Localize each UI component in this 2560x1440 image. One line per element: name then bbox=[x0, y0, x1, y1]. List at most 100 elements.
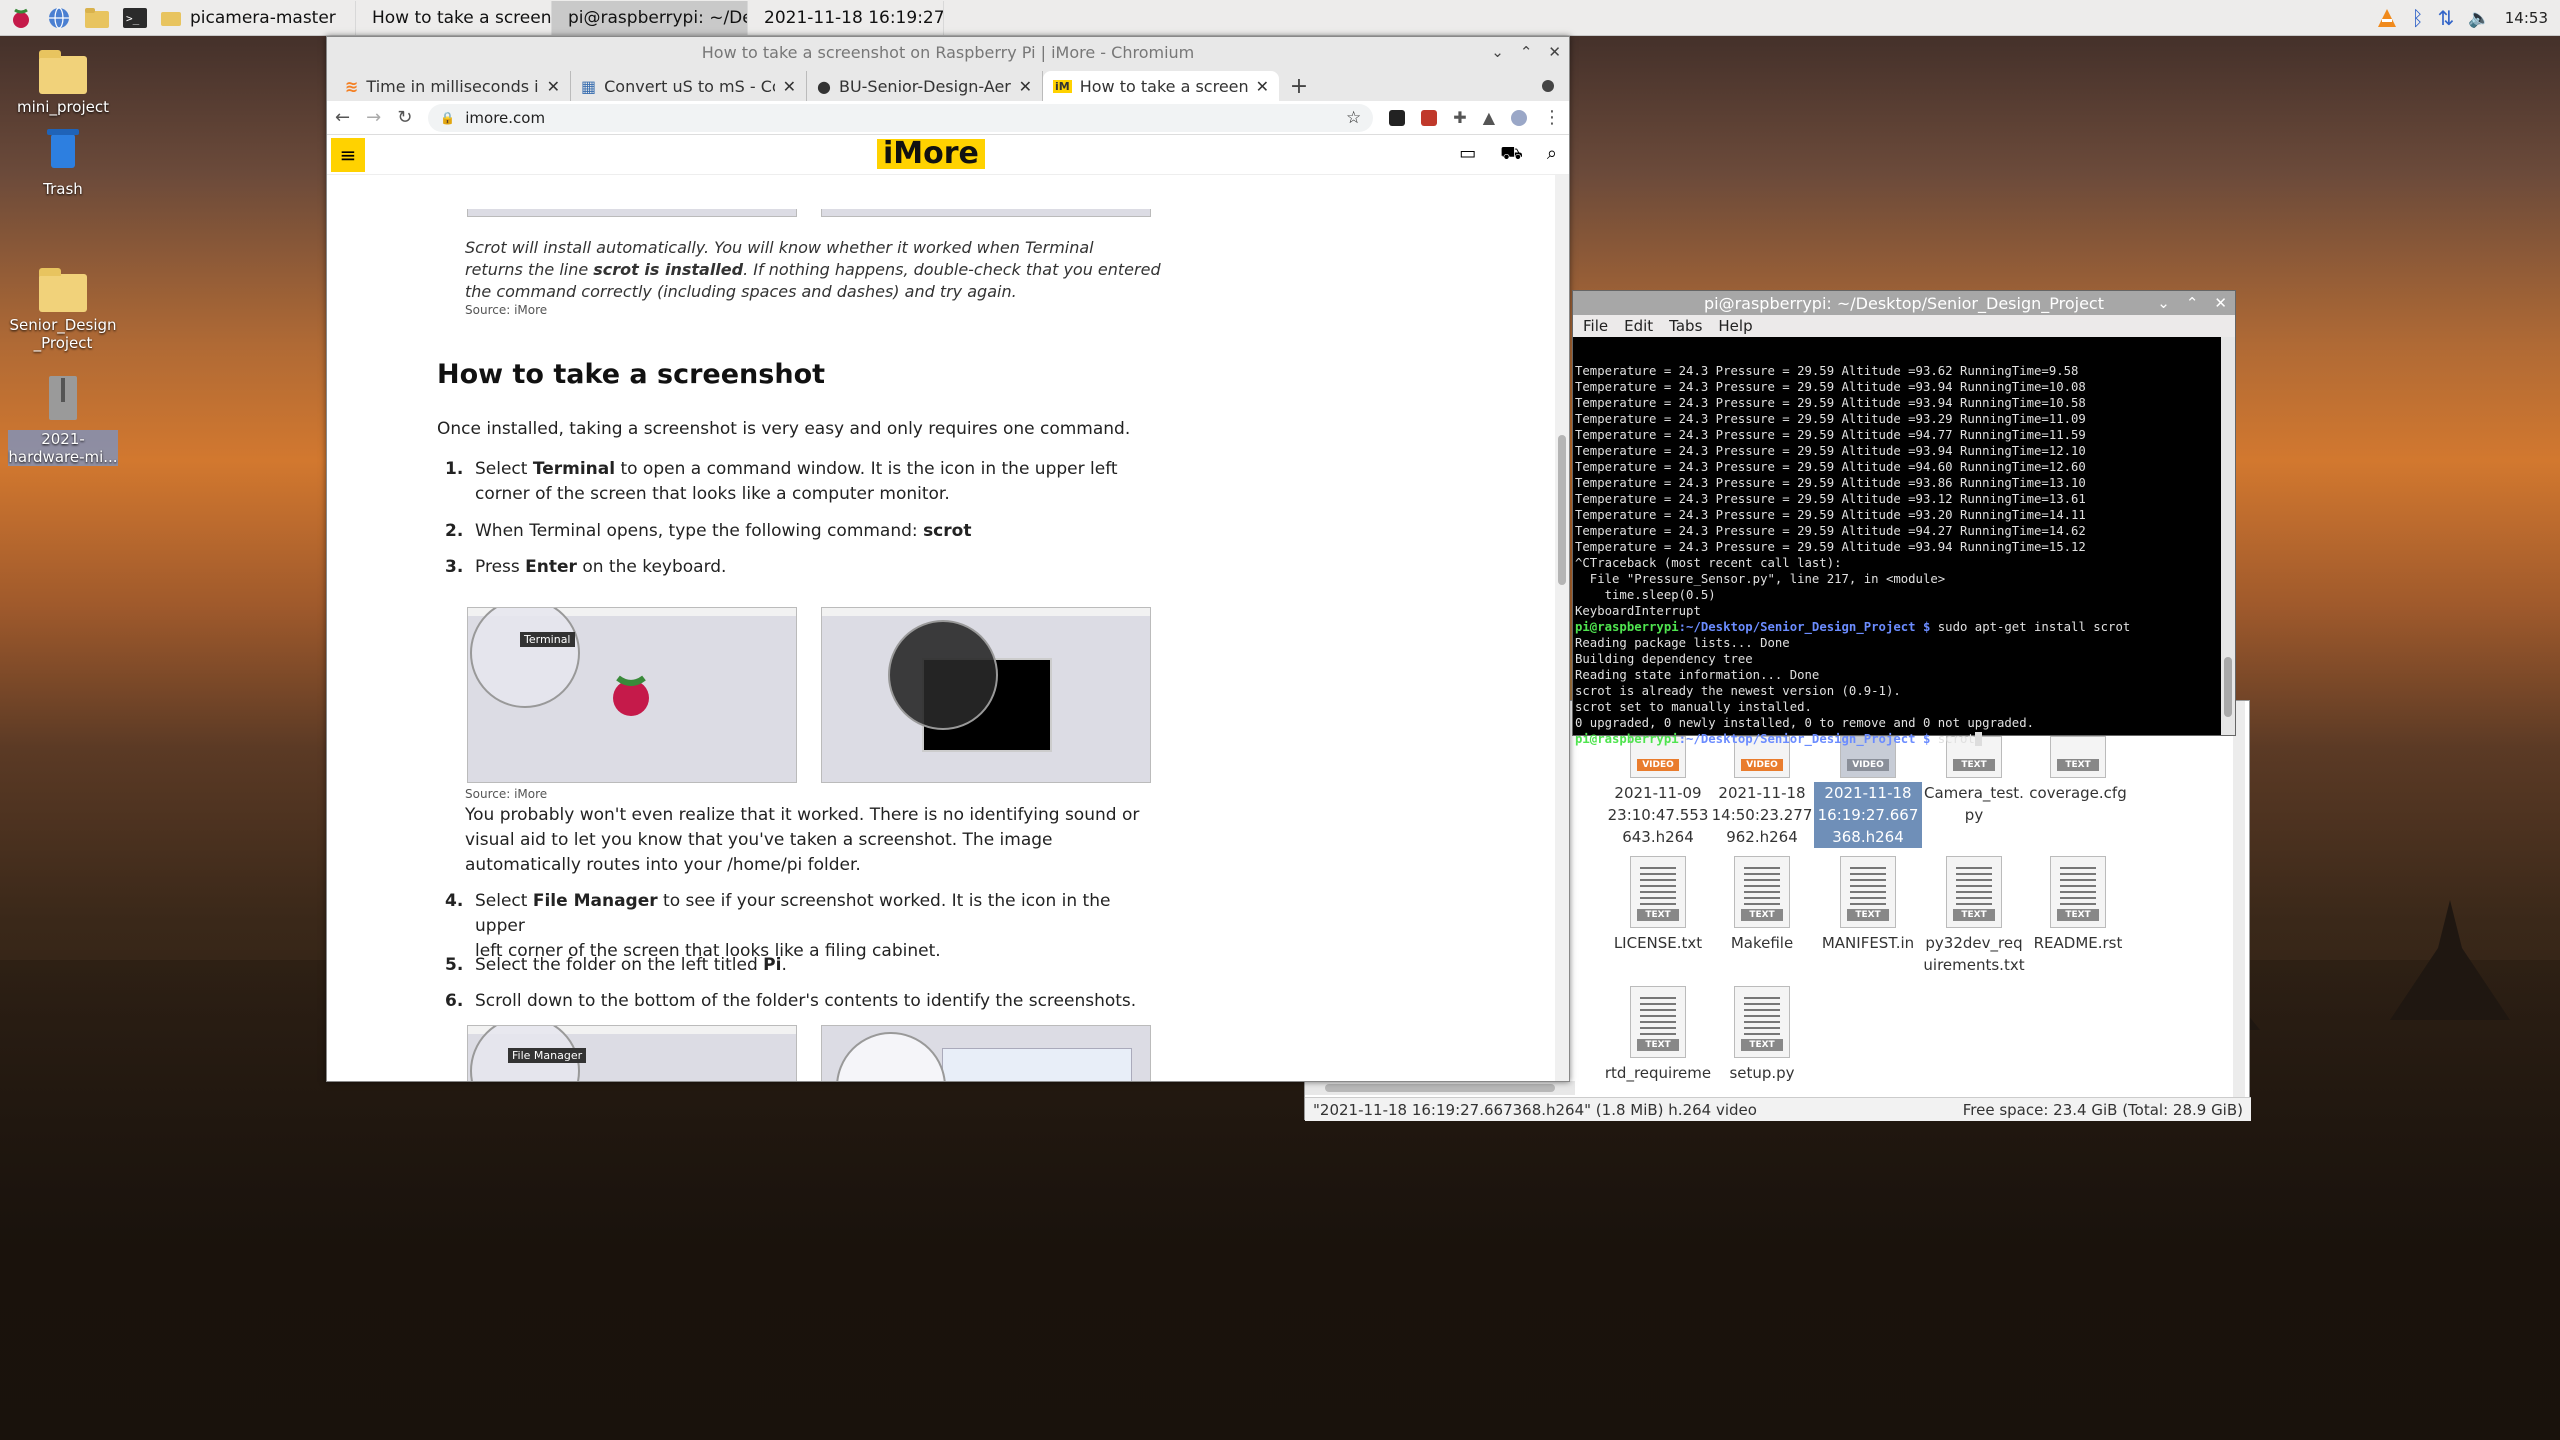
article-image bbox=[821, 209, 1151, 217]
menu-tabs[interactable]: Tabs bbox=[1669, 317, 1702, 335]
extension-icon[interactable] bbox=[1421, 109, 1438, 126]
step-number: 2. bbox=[445, 521, 464, 541]
tab-close-icon[interactable]: ✕ bbox=[547, 77, 560, 96]
terminal-titlebar[interactable]: pi@raspberrypi: ~/Desktop/Senior_Design_… bbox=[1573, 291, 2235, 315]
file-item-text[interactable]: TEXT README.rst bbox=[2024, 856, 2132, 954]
maximize-icon[interactable]: ⌃ bbox=[2186, 294, 2199, 312]
prompt-path: :~/Desktop/Senior_Design_Project $ bbox=[1678, 732, 1931, 746]
terminal-line: KeyboardInterrupt bbox=[1575, 604, 1701, 618]
back-icon[interactable]: ← bbox=[335, 107, 350, 128]
step-number: 4. bbox=[445, 891, 464, 911]
tab-close-icon[interactable]: ✕ bbox=[1256, 77, 1269, 96]
terminal-icon[interactable]: >_ bbox=[118, 1, 152, 35]
menu-file[interactable]: File bbox=[1583, 317, 1608, 335]
taskbar: >_ picamera-master How to take a screen.… bbox=[0, 0, 2560, 36]
file-item-text[interactable]: TEXT LICENSE.txt bbox=[1604, 856, 1712, 954]
window-titlebar[interactable]: How to take a screenshot on Raspberry Pi… bbox=[327, 37, 1569, 67]
desktop-icon-senior-design-project[interactable]: Senior_Design_Project bbox=[8, 266, 118, 352]
taskbar-task-vlc[interactable]: 2021-11-18 16:19:27... bbox=[748, 0, 944, 35]
file-badge: TEXT bbox=[1741, 909, 1783, 921]
minimize-icon[interactable]: ⌄ bbox=[2157, 294, 2170, 312]
site-logo[interactable]: iMore bbox=[877, 139, 985, 169]
file-item-text[interactable]: TEXT py32dev_req uirements.txt bbox=[1920, 856, 2028, 976]
file-item-text[interactable]: TEXT MANIFEST.in bbox=[1814, 856, 1922, 954]
address-bar[interactable]: 🔒 imore.com ☆ bbox=[428, 103, 1374, 132]
raspberry-menu-icon[interactable] bbox=[4, 1, 38, 35]
terminal-line: Reading state information... Done bbox=[1575, 668, 1820, 682]
profile-icon[interactable]: ▲ bbox=[1483, 108, 1495, 127]
vlc-tray-icon[interactable] bbox=[2376, 7, 2398, 29]
desktop-icon-label: Trash bbox=[43, 180, 83, 198]
image-source: Source: iMore bbox=[465, 303, 548, 317]
lock-icon: 🔒 bbox=[440, 110, 456, 125]
tab-github[interactable]: ● BU-Senior-Design-Aerob ✕ bbox=[807, 71, 1043, 101]
web-browser-icon[interactable] bbox=[42, 1, 76, 35]
desktop-icon-trash[interactable]: Trash bbox=[8, 124, 118, 198]
tab-close-icon[interactable]: ✕ bbox=[1019, 77, 1032, 96]
stackoverflow-icon: ≋ bbox=[345, 76, 359, 96]
tab-strip: ≋ Time in milliseconds in C ✕ ▦ Convert … bbox=[327, 67, 1569, 101]
maximize-icon[interactable]: ⌃ bbox=[1520, 43, 1533, 61]
taskbar-task-file-manager[interactable]: picamera-master bbox=[152, 0, 356, 35]
terminal-line: Temperature = 24.3 Pressure = 29.59 Alti… bbox=[1575, 476, 2086, 490]
page-scrollbar[interactable] bbox=[1555, 175, 1569, 1081]
desktop-icon-label: 2021-hardware-mi... bbox=[8, 430, 118, 466]
terminal-line: Temperature = 24.3 Pressure = 29.59 Alti… bbox=[1575, 492, 2086, 506]
desktop-icon-hardware-archive[interactable]: 2021-hardware-mi... bbox=[8, 374, 118, 466]
text-file-icon: TEXT bbox=[1840, 856, 1896, 928]
hamburger-menu-icon[interactable]: ≡ bbox=[331, 137, 365, 172]
terminal-line: Temperature = 24.3 Pressure = 29.59 Alti… bbox=[1575, 428, 2086, 442]
tab-close-icon[interactable]: ✕ bbox=[783, 77, 796, 96]
file-name: README.rst bbox=[2033, 934, 2123, 952]
file-manager-icon[interactable] bbox=[80, 1, 114, 35]
fm-horizontal-scrollbar[interactable] bbox=[1305, 1081, 1575, 1095]
terminal-scrollbar[interactable] bbox=[2221, 337, 2235, 735]
article-image-directory-tree bbox=[821, 1025, 1151, 1081]
terminal-prompt-line: pi@raspberrypi:~/Desktop/Senior_Design_P… bbox=[1575, 731, 2221, 747]
forward-icon[interactable]: → bbox=[366, 107, 381, 128]
bluetooth-icon[interactable]: ᛒ bbox=[2412, 6, 2424, 30]
desktop-icon-mini-project[interactable]: mini_project bbox=[8, 48, 118, 116]
tab-convert-us-to-ms[interactable]: ▦ Convert uS to mS - Conv ✕ bbox=[571, 71, 807, 101]
terminal-menubar: File Edit Tabs Help bbox=[1573, 315, 2235, 337]
tab-how-to-take-screenshot[interactable]: iM How to take a screenshot ✕ bbox=[1043, 71, 1279, 101]
menu-edit[interactable]: Edit bbox=[1624, 317, 1653, 335]
tab-search-icon[interactable] bbox=[1541, 71, 1555, 101]
bookmark-star-icon[interactable]: ☆ bbox=[1346, 108, 1361, 128]
tab-time-in-milliseconds[interactable]: ≋ Time in milliseconds in C ✕ bbox=[335, 71, 571, 101]
shopping-basket-icon[interactable]: ⛟ bbox=[1500, 143, 1523, 167]
taskbar-task-chromium[interactable]: How to take a screen... bbox=[356, 0, 552, 35]
terminal-output[interactable]: Temperature = 24.3 Pressure = 29.59 Alti… bbox=[1575, 347, 2221, 779]
volume-icon[interactable]: 🔈 bbox=[2468, 8, 2490, 29]
close-icon[interactable]: ✕ bbox=[1548, 43, 1561, 61]
network-icon[interactable]: ⇅ bbox=[2438, 6, 2455, 30]
forum-icon[interactable]: ▭ bbox=[1459, 143, 1476, 167]
text-file-icon: TEXT bbox=[1630, 856, 1686, 928]
terminal-line: time.sleep(0.5) bbox=[1575, 588, 1716, 602]
menu-icon[interactable]: ⋮ bbox=[1543, 107, 1561, 128]
fm-right-scrollbar[interactable] bbox=[2233, 701, 2245, 1101]
extension-icon[interactable] bbox=[1389, 109, 1406, 126]
file-item-text[interactable]: TEXT setup.py bbox=[1708, 986, 1816, 1084]
window-title: How to take a screenshot on Raspberry Pi… bbox=[701, 42, 1195, 62]
avatar[interactable] bbox=[1511, 109, 1527, 126]
minimize-icon[interactable]: ⌄ bbox=[1491, 43, 1504, 61]
file-item-text[interactable]: TEXT rtd_requireme bbox=[1604, 986, 1712, 1084]
extensions-puzzle-icon[interactable]: ✚ bbox=[1453, 108, 1466, 127]
clock[interactable]: 14:53 bbox=[2505, 9, 2548, 27]
close-icon[interactable]: ✕ bbox=[2214, 294, 2227, 312]
menu-help[interactable]: Help bbox=[1718, 317, 1752, 335]
raspberry-pi-logo-icon bbox=[613, 675, 649, 716]
article-image bbox=[467, 209, 797, 217]
file-item-text[interactable]: TEXT Makefile bbox=[1708, 856, 1816, 954]
taskbar-task-terminal[interactable]: pi@raspberrypi: ~/De... bbox=[552, 0, 748, 35]
explanation-line: You probably won't even realize that it … bbox=[465, 805, 1140, 825]
new-tab-button[interactable]: + bbox=[1279, 71, 1319, 101]
article-image-terminal-step: Terminal bbox=[467, 607, 797, 783]
search-icon[interactable]: ⌕ bbox=[1547, 143, 1557, 167]
file-badge: TEXT bbox=[2057, 909, 2099, 921]
tooltip-file-manager: File Manager bbox=[508, 1048, 587, 1063]
url-text: imore.com bbox=[465, 108, 546, 127]
reload-icon[interactable]: ↻ bbox=[397, 107, 412, 128]
terminal-line: 0 upgraded, 0 newly installed, 0 to remo… bbox=[1575, 716, 2035, 730]
